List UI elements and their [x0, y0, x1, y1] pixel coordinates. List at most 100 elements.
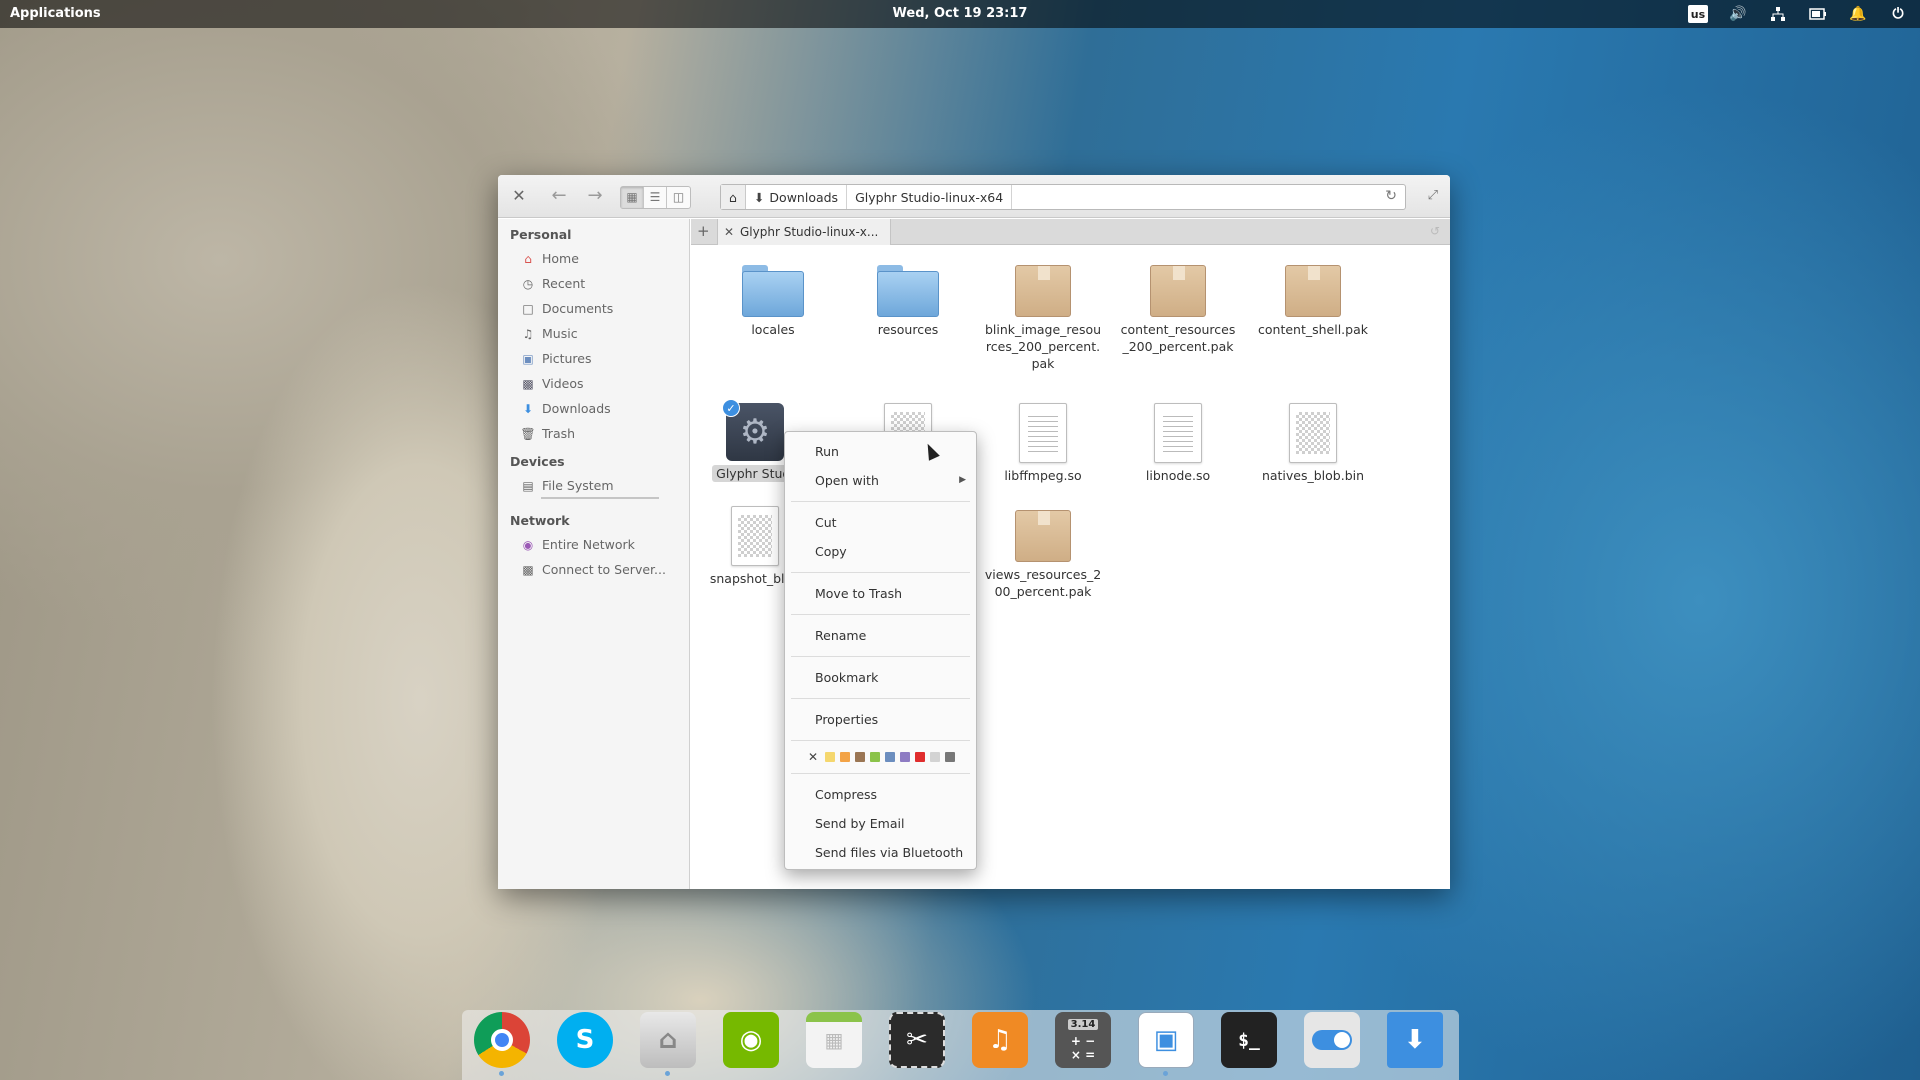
- dock-document-viewer[interactable]: ▣: [1136, 1010, 1196, 1076]
- sidebar-item-documents[interactable]: □ Documents: [498, 296, 689, 321]
- running-indicator: [499, 1071, 504, 1076]
- color-tag-light-gray[interactable]: [930, 752, 941, 762]
- list-view-button[interactable]: ☰: [644, 187, 667, 208]
- color-tag-dark-gray[interactable]: [945, 752, 956, 762]
- color-tag-green[interactable]: [870, 752, 881, 762]
- close-icon[interactable]: ✕: [510, 187, 528, 205]
- dock-settings-switch[interactable]: [1302, 1010, 1362, 1070]
- icon-view-button[interactable]: ▦: [621, 187, 644, 208]
- dock-calculator[interactable]: 3.14 + − × =: [1053, 1010, 1113, 1070]
- sidebar-item-pictures[interactable]: ▣ Pictures: [498, 346, 689, 371]
- sidebar-item-videos[interactable]: ▩ Videos: [498, 371, 689, 396]
- package-icon: [1150, 265, 1206, 317]
- dock-screenshot[interactable]: ✂: [887, 1010, 947, 1070]
- running-indicator: [1163, 1071, 1168, 1076]
- clear-tag-icon[interactable]: ✕: [808, 750, 818, 764]
- dock-files[interactable]: ⌂: [638, 1010, 698, 1076]
- restore-tab-icon[interactable]: ↺: [1430, 224, 1440, 238]
- files-folder-icon: ⌂: [640, 1012, 696, 1068]
- battery-icon[interactable]: [1808, 4, 1828, 24]
- menu-item-cut[interactable]: Cut: [785, 508, 976, 537]
- sidebar-item-label: Videos: [542, 376, 584, 391]
- menu-item-send-via-bluetooth[interactable]: Send files via Bluetooth: [785, 838, 976, 867]
- file-name: resources: [877, 322, 939, 337]
- download-arrow-icon: ⬇: [1387, 1012, 1443, 1068]
- keyboard-layout-indicator[interactable]: us: [1688, 5, 1708, 23]
- column-view-button[interactable]: ◫: [667, 187, 690, 208]
- file-item-libffmpeg[interactable]: libffmpeg.so: [983, 403, 1103, 484]
- power-icon[interactable]: ⏻: [1888, 4, 1908, 24]
- folder-icon: [742, 265, 804, 317]
- pictures-icon: ▣: [522, 351, 534, 366]
- menu-separator: [791, 773, 970, 774]
- color-tag-red[interactable]: [915, 752, 926, 762]
- sidebar-item-music[interactable]: ♫ Music: [498, 321, 689, 346]
- file-item-content-shell[interactable]: content_shell.pak: [1253, 265, 1373, 338]
- binary-file-icon: [731, 506, 779, 566]
- color-tag-orange[interactable]: [840, 752, 851, 762]
- file-item-locales[interactable]: locales: [713, 265, 833, 338]
- menu-item-move-to-trash[interactable]: Move to Trash: [785, 579, 976, 608]
- path-bar[interactable]: ⌂ ⬇ Downloads Glyphr Studio-linux-x64 ↻: [720, 184, 1406, 210]
- dock-chrome[interactable]: [472, 1010, 532, 1076]
- back-button[interactable]: ←: [546, 186, 572, 208]
- context-menu: Run Open with ▶ Cut Copy Move to Trash Re…: [784, 431, 977, 870]
- new-tab-icon[interactable]: +: [697, 222, 710, 240]
- calculator-icon: 3.14 + − × =: [1055, 1012, 1111, 1068]
- clock[interactable]: Wed, Oct 19 23:17: [893, 6, 1028, 21]
- menu-item-properties[interactable]: Properties: [785, 705, 976, 734]
- applications-menu-button[interactable]: Applications: [10, 6, 101, 21]
- sound-icon[interactable]: 🔊: [1728, 4, 1748, 24]
- menu-item-send-by-email[interactable]: Send by Email: [785, 809, 976, 838]
- menu-separator: [791, 501, 970, 502]
- maximize-icon[interactable]: ⤢: [1428, 188, 1438, 203]
- sidebar-item-downloads[interactable]: ⬇ Downloads: [498, 396, 689, 421]
- sidebar-item-trash[interactable]: 🗑 Trash: [498, 421, 689, 446]
- menu-item-open-with[interactable]: Open with ▶: [785, 466, 976, 495]
- sidebar-item-file-system[interactable]: ▤ File System: [498, 473, 689, 498]
- dock-nvidia-settings[interactable]: ◉: [721, 1010, 781, 1070]
- dock-skype[interactable]: S: [555, 1010, 615, 1070]
- music-icon: ♫: [972, 1012, 1028, 1068]
- file-item-views-resources[interactable]: views_resources_200_percent.pak: [983, 510, 1103, 600]
- dock-downloads[interactable]: ⬇: [1385, 1010, 1445, 1070]
- reload-icon[interactable]: ↻: [1385, 188, 1397, 204]
- file-item-resources[interactable]: resources: [848, 265, 968, 338]
- file-item-natives-blob[interactable]: natives_blob.bin: [1253, 403, 1373, 484]
- sidebar-item-connect-to-server[interactable]: ▩ Connect to Server...: [498, 557, 689, 582]
- menu-item-compress[interactable]: Compress: [785, 780, 976, 809]
- notifications-icon[interactable]: 🔔: [1848, 4, 1868, 24]
- breadcrumb-label: Downloads: [769, 189, 839, 205]
- video-icon: ▩: [522, 376, 534, 391]
- dock-calendar[interactable]: ▦: [804, 1010, 864, 1070]
- download-icon: ⬇: [753, 189, 765, 205]
- menu-item-rename[interactable]: Rename: [785, 621, 976, 650]
- color-tag-row: ✕: [785, 747, 976, 767]
- tab-close-icon[interactable]: ✕: [718, 225, 740, 239]
- breadcrumb-current-folder[interactable]: Glyphr Studio-linux-x64: [847, 185, 1013, 209]
- sidebar-item-home[interactable]: ⌂ Home: [498, 246, 689, 271]
- file-item-libnode[interactable]: libnode.so: [1118, 403, 1238, 484]
- network-icon[interactable]: [1768, 4, 1788, 24]
- indicator-area: us 🔊 🔔 ⏻: [1688, 4, 1908, 24]
- file-item-blink-image-resources[interactable]: blink_image_resources_200_percent.pak: [983, 265, 1103, 372]
- menu-item-copy[interactable]: Copy: [785, 537, 976, 566]
- color-tag-yellow[interactable]: [825, 752, 836, 762]
- color-tag-blue[interactable]: [885, 752, 896, 762]
- file-item-content-resources[interactable]: content_resources_200_percent.pak: [1118, 265, 1238, 355]
- menu-item-run[interactable]: Run: [785, 437, 976, 466]
- color-tag-brown[interactable]: [855, 752, 866, 762]
- file-name: libnode.so: [1145, 468, 1211, 483]
- sidebar-item-recent[interactable]: ◷ Recent: [498, 271, 689, 296]
- breadcrumb-downloads[interactable]: ⬇ Downloads: [746, 185, 848, 209]
- sidebar-item-entire-network[interactable]: ◉ Entire Network: [498, 532, 689, 557]
- server-icon: ▩: [522, 562, 534, 577]
- menu-item-bookmark[interactable]: Bookmark: [785, 663, 976, 692]
- menu-separator: [791, 740, 970, 741]
- forward-button[interactable]: →: [582, 186, 608, 208]
- home-icon[interactable]: ⌂: [721, 185, 746, 209]
- dock-music[interactable]: ♫: [970, 1010, 1030, 1070]
- dock-terminal[interactable]: $_: [1219, 1010, 1279, 1070]
- color-tag-purple[interactable]: [900, 752, 911, 762]
- tab-glyphr-studio[interactable]: ✕ Glyphr Studio-linux-x...: [717, 219, 891, 245]
